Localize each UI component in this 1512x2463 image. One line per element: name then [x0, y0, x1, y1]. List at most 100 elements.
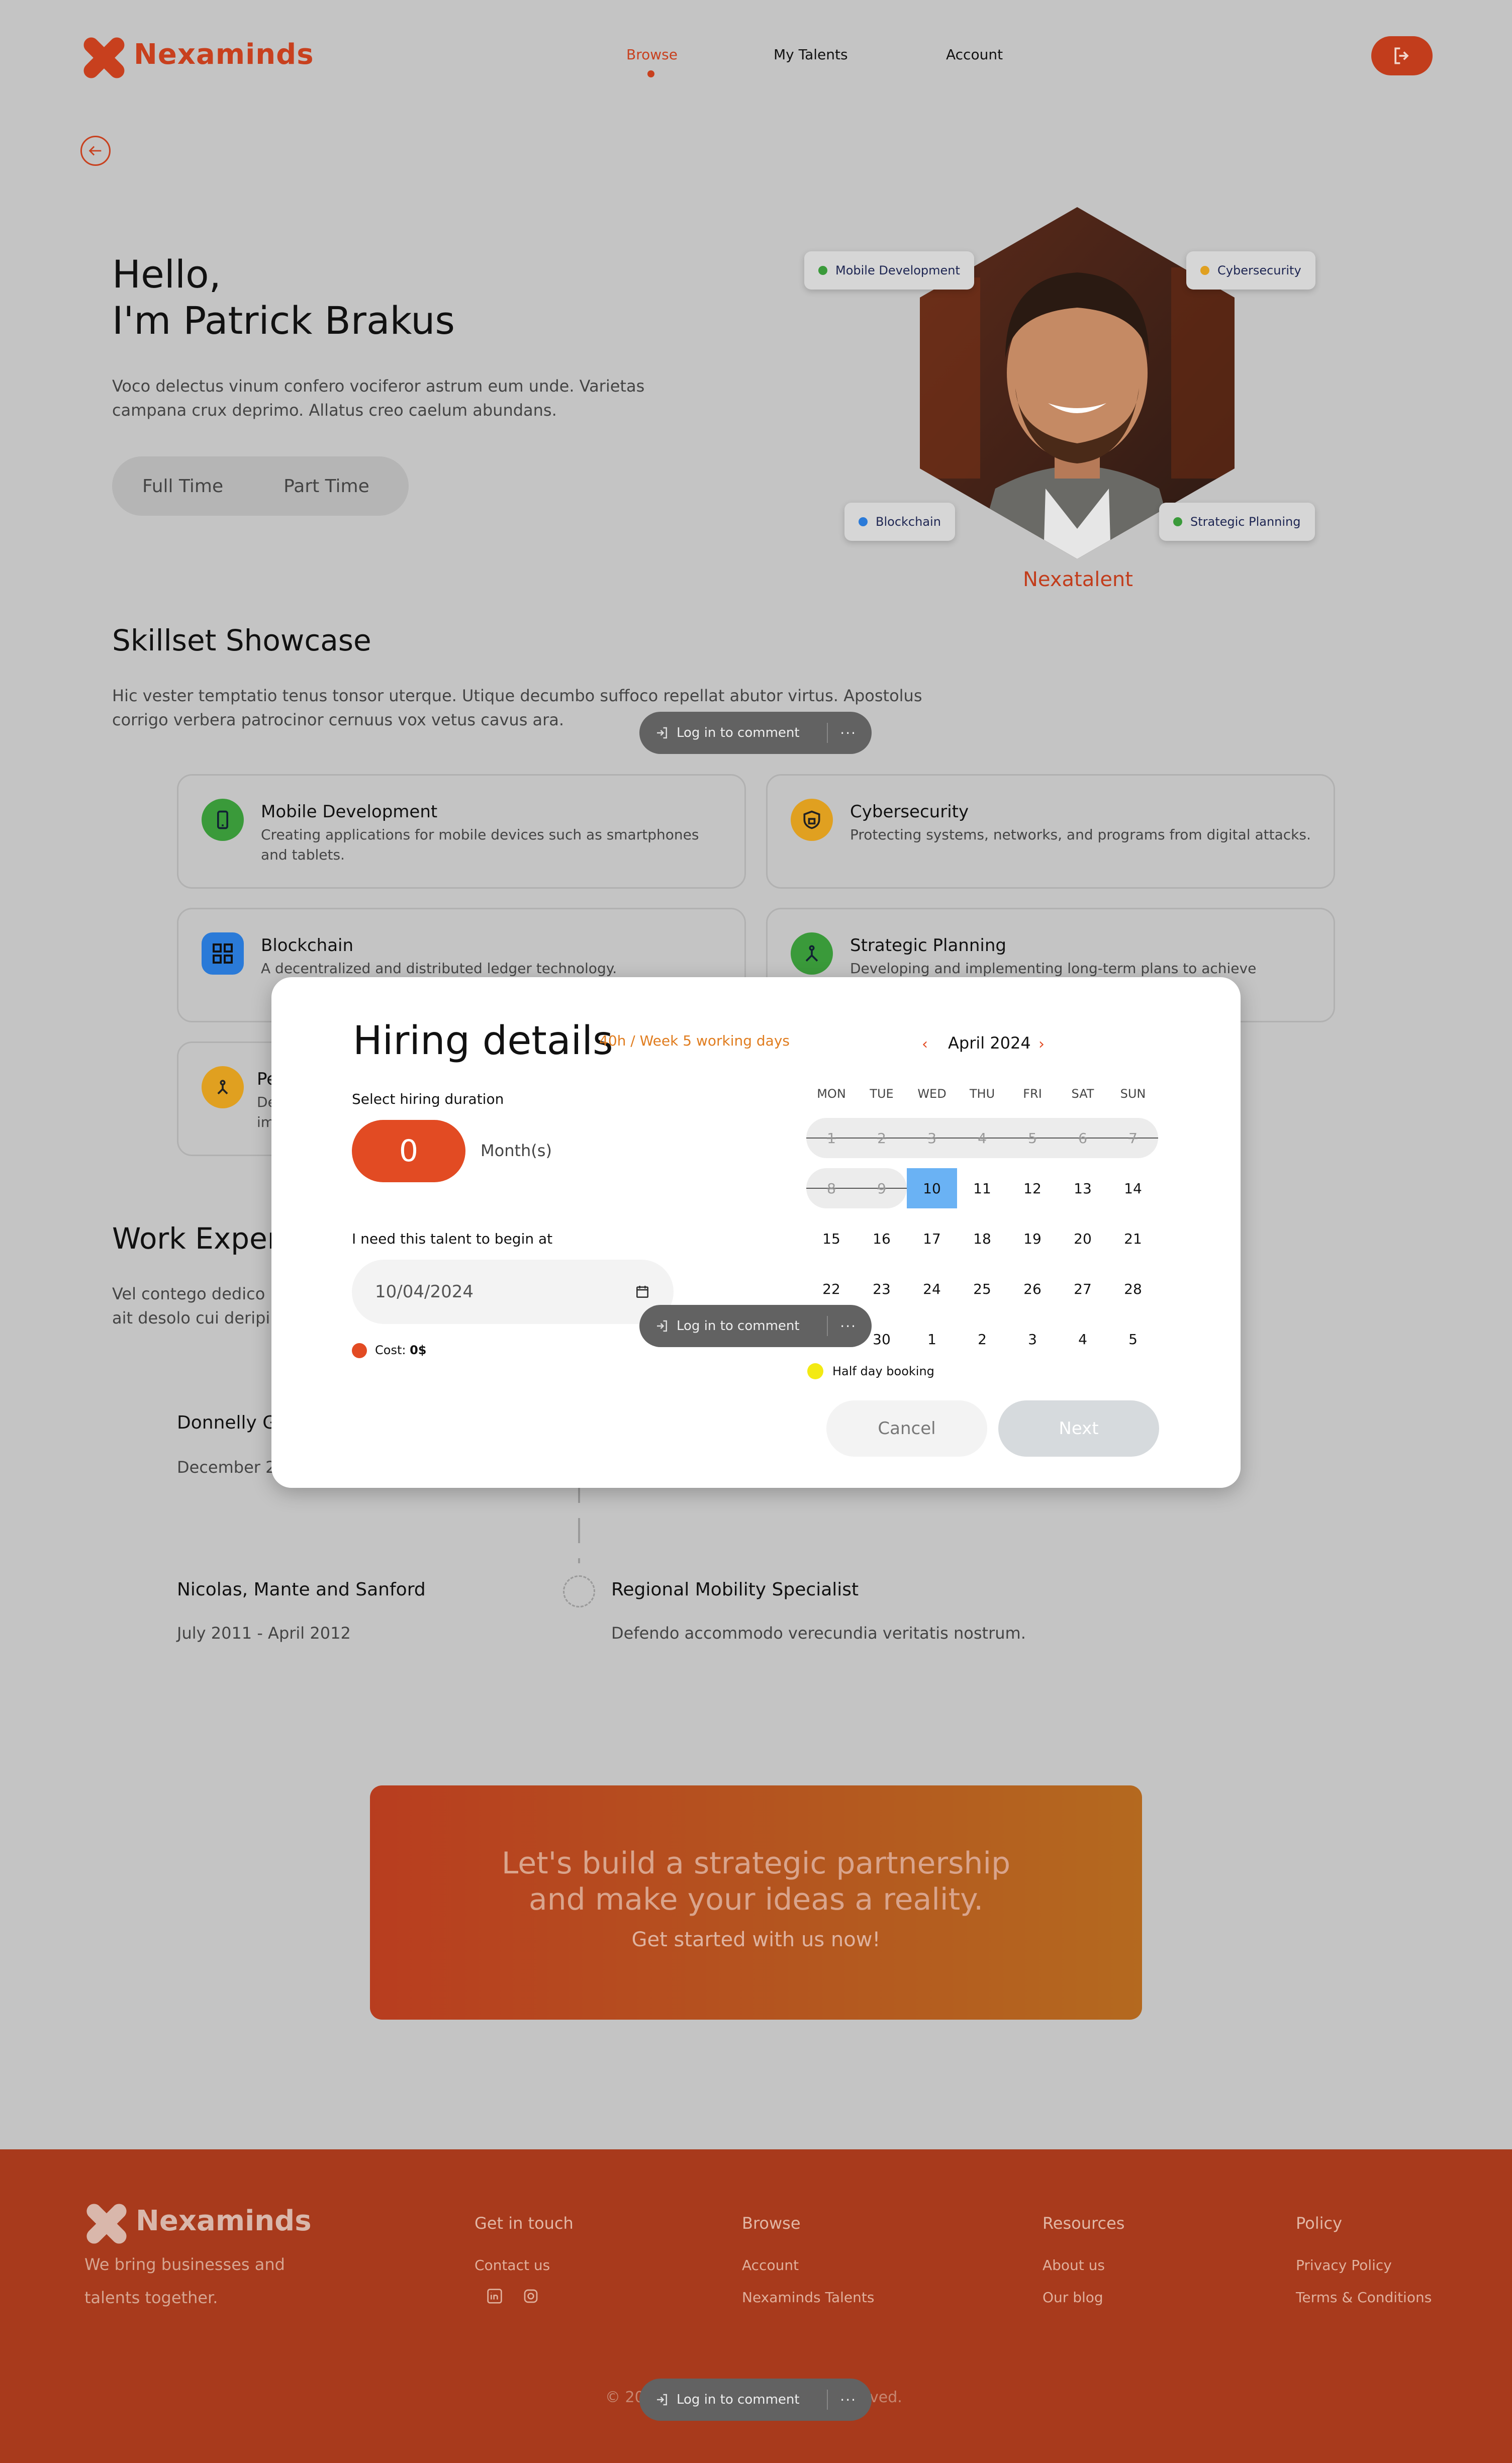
footer-logo-text[interactable]: Nexaminds — [136, 2205, 312, 2237]
timeline-node — [563, 1575, 595, 1607]
blockchain-icon — [202, 932, 244, 975]
exp-date: December 2 — [177, 1458, 276, 1477]
login-icon — [657, 1320, 667, 1332]
footer-copyright-right: ved. — [870, 2389, 902, 2406]
nexaminds-logo-icon[interactable] — [81, 35, 127, 80]
calendar-day[interactable]: 25 — [957, 1269, 1007, 1309]
calendar-day[interactable]: 4 — [1058, 1319, 1108, 1359]
skill-card-title: Strategic Planning — [850, 935, 1006, 956]
back-button[interactable] — [80, 136, 111, 166]
calendar-day: 9 — [877, 1180, 886, 1197]
weekday-sat: SAT — [1071, 1087, 1094, 1101]
footer-link-contact[interactable]: Contact us — [475, 2257, 550, 2273]
calendar-day[interactable]: 26 — [1007, 1269, 1058, 1309]
comment-pill-label: Log in to comment — [677, 2392, 800, 2407]
footer-link-about[interactable]: About us — [1043, 2257, 1105, 2273]
calendar-day[interactable]: 18 — [957, 1218, 1007, 1259]
next-button[interactable]: Next — [998, 1400, 1159, 1457]
comment-pill[interactable]: Log in to comment ··· — [639, 1305, 872, 1347]
footer-link-terms[interactable]: Terms & Conditions — [1296, 2289, 1432, 2306]
weekday-wed: WED — [917, 1087, 947, 1101]
strategy-icon — [791, 932, 833, 975]
calendar-next-button[interactable]: › — [1038, 1035, 1045, 1053]
chip-dot — [859, 517, 868, 526]
calendar-day: 6 — [1078, 1129, 1087, 1147]
cost-value: 0$ — [410, 1343, 427, 1357]
more-icon[interactable]: ··· — [840, 725, 857, 741]
more-icon[interactable]: ··· — [840, 1318, 857, 1335]
calendar-day: 8 — [827, 1180, 836, 1197]
calendar-day[interactable]: 10 — [907, 1168, 957, 1208]
employment-type-toggle[interactable]: Full Time Part Time — [112, 456, 409, 516]
hero-title-line2: I'm Patrick Brakus — [112, 298, 455, 343]
more-icon[interactable]: ··· — [840, 2392, 857, 2408]
calendar-day[interactable]: 16 — [857, 1218, 907, 1259]
start-date-input[interactable]: 10/04/2024 — [352, 1260, 674, 1324]
timeline-line — [578, 1478, 580, 1563]
calendar-day[interactable]: 5 — [1108, 1319, 1158, 1359]
logout-icon — [1394, 47, 1409, 64]
footer-link-privacy[interactable]: Privacy Policy — [1296, 2257, 1392, 2273]
duration-unit: Month(s) — [481, 1141, 552, 1160]
skill-card-mobile-development[interactable]: Mobile Development Creating applications… — [177, 774, 746, 889]
chip-label: Mobile Development — [835, 263, 960, 277]
instagram-icon[interactable] — [523, 2288, 539, 2304]
logout-button[interactable] — [1371, 36, 1433, 75]
calendar-day[interactable]: 3 — [1007, 1319, 1058, 1359]
skill-chip-blockchain[interactable]: Blockchain — [844, 503, 955, 541]
calendar-day[interactable]: 14 — [1108, 1168, 1158, 1208]
cancel-button[interactable]: Cancel — [826, 1400, 987, 1457]
skill-chip-cybersecurity[interactable]: Cybersecurity — [1186, 251, 1315, 290]
weekday-tue: TUE — [870, 1087, 894, 1101]
calendar-day[interactable]: 22 — [806, 1269, 857, 1309]
duration-input[interactable]: 0 — [352, 1120, 465, 1182]
calendar-day[interactable]: 27 — [1058, 1269, 1108, 1309]
comment-pill[interactable]: Log in to comment ··· — [639, 712, 872, 754]
calendar-day[interactable]: 19 — [1007, 1218, 1058, 1259]
skill-chip-strategic-planning[interactable]: Strategic Planning — [1159, 503, 1315, 541]
calendar-day[interactable]: 12 — [1007, 1168, 1058, 1208]
calendar-day[interactable]: 15 — [806, 1218, 857, 1259]
type-full-time[interactable]: Full Time — [112, 476, 253, 497]
calendar-prev-button[interactable]: ‹ — [922, 1035, 928, 1053]
logo-text[interactable]: Nexaminds — [134, 38, 314, 71]
skill-chip-mobile-development[interactable]: Mobile Development — [804, 251, 974, 290]
footer-link-talents[interactable]: Nexaminds Talents — [742, 2289, 874, 2306]
calendar-day[interactable]: 24 — [907, 1269, 957, 1309]
footer-head-contact: Get in touch — [475, 2214, 574, 2233]
calendar-day[interactable]: 20 — [1058, 1218, 1108, 1259]
weekday-sun: SUN — [1120, 1087, 1146, 1101]
calendar-day[interactable]: 17 — [907, 1218, 957, 1259]
calendar-day[interactable]: 2 — [957, 1319, 1007, 1359]
half-day-legend-dot — [807, 1363, 823, 1379]
calendar-day[interactable]: 21 — [1108, 1218, 1158, 1259]
footer-head-resources: Resources — [1043, 2214, 1125, 2233]
calendar-day[interactable]: 13 — [1058, 1168, 1108, 1208]
comment-pill-label: Log in to comment — [677, 1318, 800, 1334]
skill-card-cybersecurity[interactable]: Cybersecurity Protecting systems, networ… — [766, 774, 1335, 889]
footer-link-blog[interactable]: Our blog — [1043, 2289, 1103, 2306]
type-part-time[interactable]: Part Time — [253, 476, 400, 497]
footer-link-account[interactable]: Account — [742, 2257, 799, 2273]
footer-logo-icon[interactable] — [84, 2202, 129, 2246]
footer-tagline: We bring businesses and talents together… — [84, 2255, 285, 2307]
hero-title-line1: Hello, — [112, 252, 221, 297]
calendar-day[interactable]: 11 — [957, 1168, 1007, 1208]
calendar-day[interactable]: 1 — [907, 1319, 957, 1359]
nav-browse[interactable]: Browse — [626, 46, 678, 63]
calendar-icon[interactable] — [634, 1284, 650, 1300]
pill-separator — [827, 1316, 828, 1336]
chip-label: Strategic Planning — [1190, 515, 1301, 529]
linkedin-icon[interactable] — [487, 2288, 503, 2304]
people-icon — [202, 1066, 244, 1108]
calendar-day[interactable]: 23 — [857, 1269, 907, 1309]
comment-pill[interactable]: Log in to comment ··· — [639, 2379, 872, 2421]
calendar-day[interactable]: 28 — [1108, 1269, 1158, 1309]
duration-label: Select hiring duration — [352, 1091, 504, 1107]
comment-pill-label: Log in to comment — [677, 725, 800, 740]
cta-banner[interactable]: Let's build a strategic partnership and … — [370, 1785, 1142, 2020]
nav-my-talents[interactable]: My Talents — [774, 46, 848, 63]
nav-account[interactable]: Account — [946, 46, 1003, 63]
start-date-label: I need this talent to begin at — [352, 1230, 553, 1247]
skill-card-title: Mobile Development — [261, 802, 438, 822]
